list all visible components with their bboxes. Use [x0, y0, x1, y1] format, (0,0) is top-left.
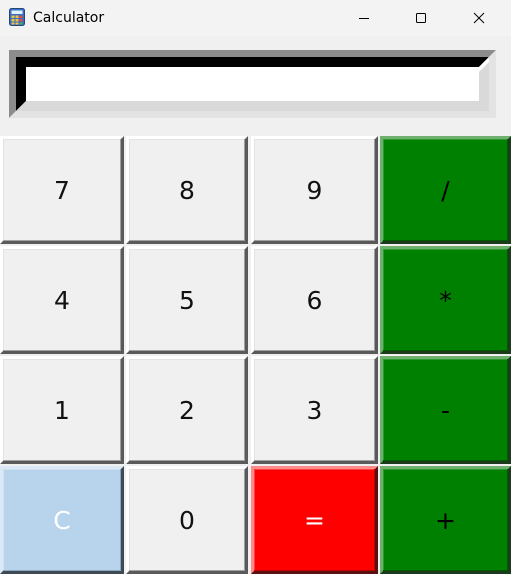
keypad: 7 8 9 / 4 5 6 * 1 2 3 - C 0 = + — [0, 136, 511, 574]
minimize-button[interactable] — [335, 0, 393, 36]
key-7[interactable]: 7 — [0, 136, 124, 244]
maximize-button[interactable] — [392, 0, 450, 36]
key-0[interactable]: 0 — [126, 466, 248, 574]
key-equals[interactable]: = — [251, 466, 378, 574]
key-divide[interactable]: / — [380, 136, 511, 244]
key-5[interactable]: 5 — [126, 246, 248, 354]
maximize-icon — [415, 12, 427, 24]
calculator-icon — [9, 8, 25, 26]
key-clear[interactable]: C — [0, 466, 124, 574]
close-icon — [473, 12, 485, 24]
key-1[interactable]: 1 — [0, 356, 124, 464]
key-2[interactable]: 2 — [126, 356, 248, 464]
minimize-icon — [358, 12, 370, 24]
key-8[interactable]: 8 — [126, 136, 248, 244]
key-3[interactable]: 3 — [251, 356, 378, 464]
key-9[interactable]: 9 — [251, 136, 378, 244]
key-4[interactable]: 4 — [0, 246, 124, 354]
key-6[interactable]: 6 — [251, 246, 378, 354]
window-title: Calculator — [33, 10, 105, 26]
calculator-window: Calculator 7 8 9 / 4 5 6 * 1 2 3 - C 0 =… — [0, 0, 511, 574]
close-button[interactable] — [450, 0, 508, 36]
display-field[interactable] — [32, 67, 482, 113]
title-bar: Calculator — [0, 0, 511, 36]
key-add[interactable]: + — [380, 466, 511, 574]
key-subtract[interactable]: - — [380, 356, 511, 464]
key-multiply[interactable]: * — [380, 246, 511, 354]
